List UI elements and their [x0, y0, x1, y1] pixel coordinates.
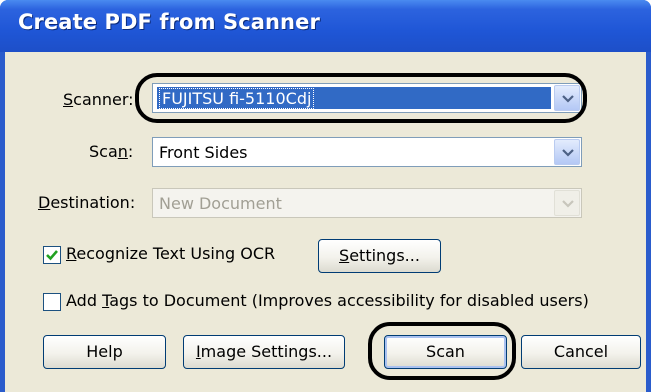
chevron-down-icon [562, 200, 574, 208]
ocr-label[interactable]: Recognize Text Using OCR [66, 244, 275, 263]
dialog-window: Create PDF from Scanner Scanner: FUJITSU… [0, 0, 651, 392]
chevron-down-icon [562, 149, 574, 157]
destination-dropdown-button[interactable] [554, 190, 580, 216]
dialog-body: Scanner: FUJITSU fi-5110Cdj Scan: Front … [5, 52, 646, 392]
tags-checkbox[interactable] [43, 293, 61, 311]
scanner-value: FUJITSU fi-5110Cdj [158, 88, 315, 109]
scanner-label: Scanner: [63, 90, 134, 109]
destination-value: New Document [159, 194, 282, 213]
destination-label: Destination: [38, 193, 136, 212]
scanner-selection: FUJITSU fi-5110Cdj [157, 87, 551, 109]
image-settings-button[interactable]: Image Settings... [183, 335, 345, 369]
cancel-button[interactable]: Cancel [521, 335, 641, 369]
title-bar[interactable]: Create PDF from Scanner [0, 0, 651, 52]
scan-value: Front Sides [159, 143, 248, 162]
scanner-dropdown-button[interactable] [554, 85, 580, 111]
scan-label: Scan: [89, 142, 134, 161]
chevron-down-icon [562, 95, 574, 103]
window-title: Create PDF from Scanner [18, 10, 320, 34]
destination-dropdown[interactable]: New Document [152, 188, 582, 218]
ocr-checkbox[interactable] [43, 246, 61, 264]
checkmark-icon [46, 250, 58, 261]
ocr-settings-button[interactable]: Settings... [318, 239, 441, 273]
scanner-dropdown[interactable]: FUJITSU fi-5110Cdj [152, 83, 582, 113]
scan-dropdown-button[interactable] [554, 139, 580, 165]
scan-dropdown[interactable]: Front Sides [152, 137, 582, 167]
tags-label[interactable]: Add Tags to Document (Improves accessibi… [66, 291, 589, 310]
help-button[interactable]: Help [43, 335, 166, 369]
scan-button[interactable]: Scan [384, 335, 507, 369]
